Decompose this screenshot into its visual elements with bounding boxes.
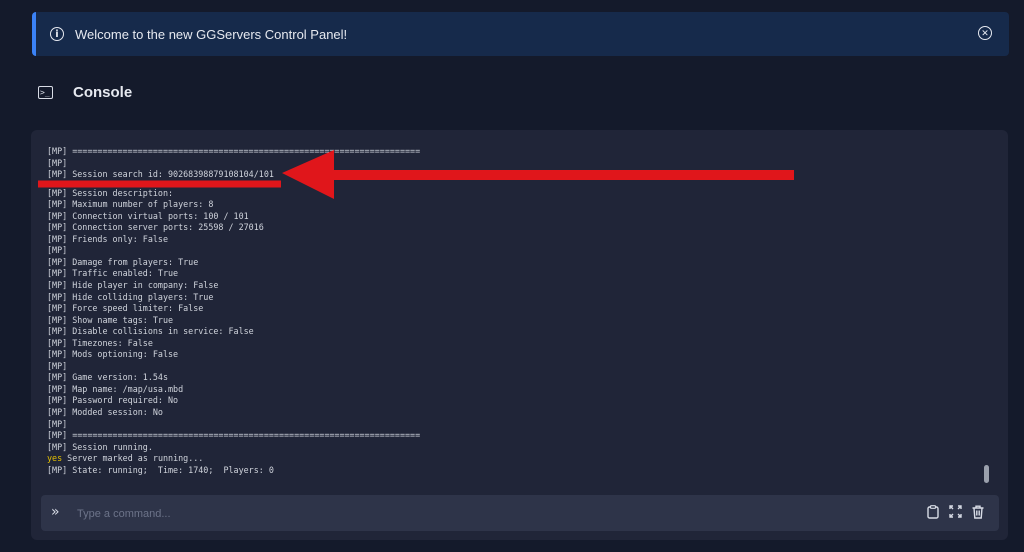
console-scrollbar[interactable]: [984, 465, 989, 483]
console-line: [MP] Map name: /map/usa.mbd: [47, 383, 184, 394]
console-line: [MP] Session search id: 9026839887910810…: [47, 169, 274, 180]
console-line: [MP] Game version: 1.54s: [47, 372, 169, 383]
console-heading: >_ Console: [38, 84, 132, 101]
console-line: [MP] Connection server ports: 25598 / 27…: [47, 222, 264, 233]
control-panel-page: i Welcome to the new GGServers Control P…: [0, 0, 1024, 552]
console-line: [MP] Password required: No: [47, 395, 179, 406]
console-line: [MP] Maximum number of players: 8: [47, 199, 214, 210]
console-line: [MP] ===================================…: [47, 146, 421, 156]
welcome-banner: i Welcome to the new GGServers Control P…: [32, 12, 1009, 56]
trash-icon[interactable]: [971, 505, 985, 520]
info-circle-icon: i: [50, 27, 64, 41]
console-line: [MP]: [47, 157, 68, 168]
console-line-prefix: yes: [47, 453, 63, 464]
console-line: [MP] Modded session: No: [47, 407, 163, 418]
console-line: [MP] Hide player in company: False: [47, 280, 219, 291]
console-line: [MP]: [47, 360, 68, 371]
page-title: Console: [73, 84, 133, 101]
expand-icon[interactable]: [948, 505, 962, 520]
command-bar: »: [41, 495, 999, 531]
console-line: [MP] Force speed limiter: False: [47, 303, 204, 314]
console-line: [MP]: [47, 245, 68, 256]
console-line: [MP] Mods optioning: False: [47, 349, 179, 360]
console-line: [MP] Friends only: False: [47, 233, 169, 244]
chevrons-right-icon: »: [51, 504, 60, 520]
console-line: [MP] Show name tags: True: [47, 314, 174, 325]
console-line: [MP]: [47, 418, 68, 429]
console-line: [MP] Hide colliding players: True: [47, 291, 214, 302]
console-line: [MP] Disable collisions in service: Fals…: [47, 326, 254, 337]
console-line: [MP] Connection virtual ports: 100 / 101: [47, 210, 249, 221]
console-line: [MP] ===================================…: [47, 430, 421, 441]
console-line: [MP] Session description:: [47, 187, 174, 198]
clipboard-icon[interactable]: [926, 505, 940, 520]
terminal-icon: >_: [38, 86, 53, 99]
command-input[interactable]: [75, 503, 899, 525]
console-line: yes Server marked as running...: [47, 453, 204, 464]
console-line: [MP] Damage from players: True: [47, 256, 199, 267]
console-line: [MP] State: running; Time: 1740; Players…: [47, 464, 274, 475]
console-line: [MP] Session running.: [47, 441, 153, 452]
console-line: [MP] Timezones: False: [47, 337, 153, 348]
console-line: [MP] Traffic enabled: True: [47, 268, 179, 279]
console-panel: [MP] ===================================…: [31, 130, 1008, 540]
console-output[interactable]: [MP] ===================================…: [47, 146, 977, 476]
close-circle-icon[interactable]: ✕: [978, 26, 992, 40]
banner-text: Welcome to the new GGServers Control Pan…: [75, 26, 348, 42]
